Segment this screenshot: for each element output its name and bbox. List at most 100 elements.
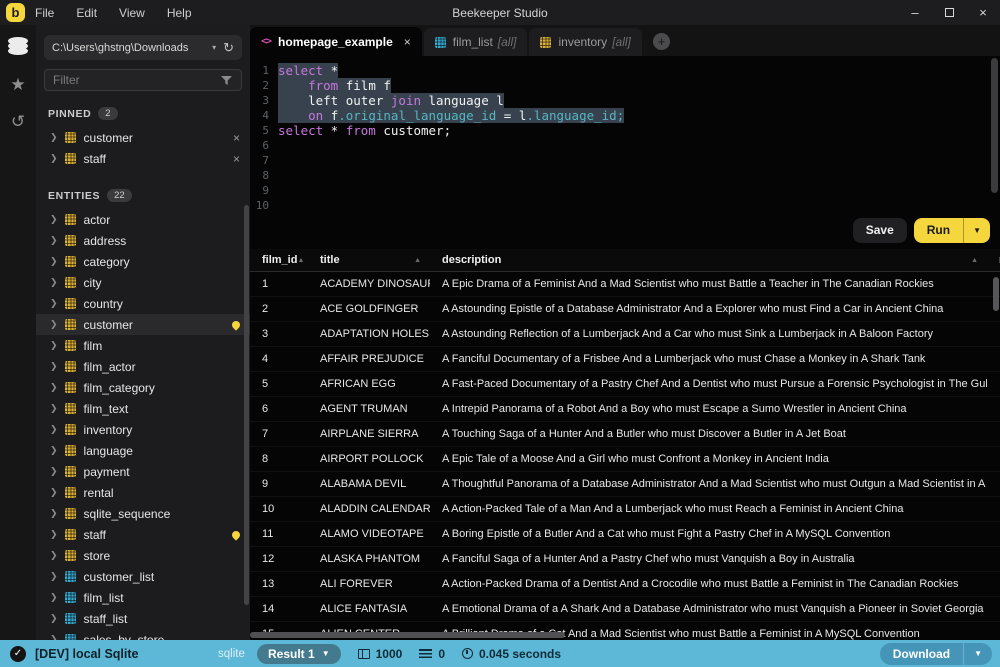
minimize-button[interactable]: – [898,0,932,25]
sidebar-item-film_text[interactable]: ❯film_text [36,398,250,419]
cell: 10 [250,503,308,515]
menu-edit[interactable]: Edit [76,6,97,20]
history-icon[interactable]: ↺ [11,113,25,130]
column-header-title[interactable]: title▲ [308,254,430,266]
table-icon [65,508,76,519]
column-header-description[interactable]: description▲ [430,254,987,266]
sidebar-item-customer[interactable]: ❯customer× [36,127,250,148]
sidebar-item-staff[interactable]: ❯staff [36,524,250,545]
refresh-icon[interactable]: ↻ [223,40,234,56]
sidebar-item-category[interactable]: ❯category [36,251,250,272]
sidebar-item-address[interactable]: ❯address [36,230,250,251]
tab-close-icon[interactable]: × [404,35,411,49]
chevron-right-icon: ❯ [50,154,58,164]
close-button[interactable]: × [966,0,1000,25]
sidebar-scrollbar[interactable] [244,205,249,605]
dialect-label: sqlite [218,648,245,660]
filter-input[interactable]: Filter [44,69,242,91]
unpin-close-icon[interactable]: × [233,131,240,145]
menu-help[interactable]: Help [167,6,192,20]
view-icon [65,592,76,603]
column-label: title [320,254,340,266]
column-header-film_id[interactable]: film_id▲ [250,254,308,266]
tab-film_list[interactable]: film_list[all] [424,28,528,56]
sql-editor[interactable]: 1select *2 from film f3 left outer join … [250,56,1000,249]
cell: 5 [250,378,308,390]
sql-token: customer; [376,123,451,138]
result-selector[interactable]: Result 1 ▼ [257,644,341,664]
code-line: 2 from film f [250,78,1000,93]
table-row[interactable]: 10ALADDIN CALENDARA Action-Packed Tale o… [250,497,1000,522]
entity-name: film_actor [84,360,136,374]
column-header-release_year[interactable]: r [987,254,1000,266]
table-row[interactable]: 1ACADEMY DINOSAURA Epic Drama of a Femin… [250,272,1000,297]
download-caret-icon[interactable]: ▼ [963,643,992,665]
table-row[interactable]: 6AGENT TRUMANA Intrepid Panorama of a Ro… [250,397,1000,422]
connection-dropdown[interactable]: C:\Users\ghstng\Downloads ▾ ↻ [44,35,242,60]
table-icon [65,403,76,414]
table-row[interactable]: 3ADAPTATION HOLESA Astounding Reflection… [250,322,1000,347]
sidebar-item-sqlite_sequence[interactable]: ❯sqlite_sequence [36,503,250,524]
entity-name: inventory [84,423,133,437]
window-controls: – × [898,0,1000,25]
table-row[interactable]: 9ALABAMA DEVILA Thoughtful Panorama of a… [250,472,1000,497]
table-row[interactable]: 12ALASKA PHANTOMA Fanciful Saga of a Hun… [250,547,1000,572]
table-row[interactable]: 14ALICE FANTASIAA Emotional Drama of a A… [250,597,1000,622]
run-button-label[interactable]: Run [914,218,963,243]
sidebar-item-store[interactable]: ❯store [36,545,250,566]
sidebar-item-film_category[interactable]: ❯film_category [36,377,250,398]
sidebar-item-staff[interactable]: ❯staff× [36,148,250,169]
sidebar-item-film_list[interactable]: ❯film_list [36,587,250,608]
download-button-label[interactable]: Download [880,643,963,665]
new-tab-button[interactable]: + [653,33,670,50]
menu-view[interactable]: View [119,6,145,20]
entities-count-badge: 22 [107,189,132,202]
sidebar-item-staff_list[interactable]: ❯staff_list [36,608,250,629]
table-row[interactable]: 5AFRICAN EGGA Fast-Paced Documentary of … [250,372,1000,397]
sidebar-item-language[interactable]: ❯language [36,440,250,461]
table-row[interactable]: 8AIRPORT POLLOCKA Epic Tale of a Moose A… [250,447,1000,472]
line-number: 2 [250,78,278,93]
unpin-close-icon[interactable]: × [233,152,240,166]
chevron-right-icon: ❯ [50,551,58,561]
chevron-right-icon: ❯ [50,362,58,372]
chevron-right-icon: ❯ [50,593,58,603]
sidebar-item-sales_by_store[interactable]: ❯sales_by_store [36,629,250,640]
save-button[interactable]: Save [853,218,907,243]
table-row[interactable]: 7AIRPLANE SIERRAA Touching Saga of a Hun… [250,422,1000,447]
table-row[interactable]: 11ALAMO VIDEOTAPEA Boring Epistle of a B… [250,522,1000,547]
cell: 3 [250,328,308,340]
table-row[interactable]: 4AFFAIR PREJUDICEA Fanciful Documentary … [250,347,1000,372]
editor-scrollbar[interactable] [991,58,998,193]
sidebar-item-city[interactable]: ❯city [36,272,250,293]
tab-homepage_example[interactable]: <>homepage_example× [250,27,422,56]
sql-token: .original_language_id [338,108,496,123]
favorites-star-icon[interactable]: ★ [10,76,25,93]
results-horizontal-scrollbar[interactable] [250,632,565,638]
run-button[interactable]: Run ▼ [914,218,990,243]
sidebar-item-country[interactable]: ❯country [36,293,250,314]
tab-inventory[interactable]: inventory[all] [529,28,641,56]
sidebar-item-inventory[interactable]: ❯inventory [36,419,250,440]
database-icon[interactable] [8,37,28,56]
sidebar-item-film_actor[interactable]: ❯ film_actor [36,356,250,377]
results-table: film_id▲title▲description▲r 1ACADEMY DIN… [250,249,1000,640]
results-vertical-scrollbar[interactable] [993,277,999,311]
cell: AFRICAN EGG [308,378,430,390]
sidebar-item-customer_list[interactable]: ❯customer_list [36,566,250,587]
cell: 8 [250,453,308,465]
entity-name: language [84,444,133,458]
menu-file[interactable]: File [35,6,54,20]
maximize-button[interactable] [932,0,966,25]
tab-bar: <>homepage_example×film_list[all]invento… [250,25,1000,56]
table-row[interactable]: 13ALI FOREVERA Action-Packed Drama of a … [250,572,1000,597]
results-body: 1ACADEMY DINOSAURA Epic Drama of a Femin… [250,272,1000,640]
sidebar-item-actor[interactable]: ❯actor [36,209,250,230]
sidebar-item-customer[interactable]: ❯customer [36,314,250,335]
sidebar-item-film[interactable]: ❯film [36,335,250,356]
download-button[interactable]: Download ▼ [880,643,992,665]
sidebar-item-rental[interactable]: ❯rental [36,482,250,503]
table-row[interactable]: 2ACE GOLDFINGERA Astounding Epistle of a… [250,297,1000,322]
sidebar-item-payment[interactable]: ❯payment [36,461,250,482]
run-dropdown-caret-icon[interactable]: ▼ [963,218,990,243]
